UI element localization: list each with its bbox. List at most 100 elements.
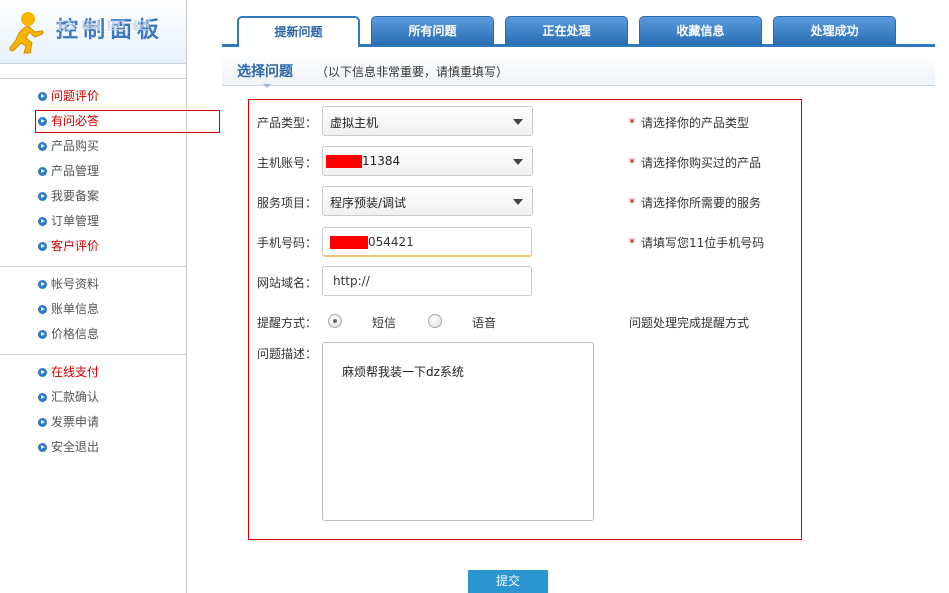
sidebar-item-label: 发票申请: [51, 415, 100, 429]
tab-favorites[interactable]: 收藏信息: [639, 16, 762, 45]
product-type-hint: * 请选择你的产品类型: [629, 114, 749, 131]
sms-radio[interactable]: [328, 314, 342, 328]
sidebar-item[interactable]: 在线支付: [38, 360, 99, 385]
sidebar-item-label: 产品购买: [51, 139, 100, 153]
logo-area: 控制面板 控制面板: [0, 0, 186, 64]
service-value: 程序预装/调试: [330, 196, 407, 210]
sidebar-item[interactable]: 汇款确认: [38, 385, 99, 410]
bullet-arrow-icon: [38, 305, 47, 314]
menu-group-3: 在线支付汇款确认发票申请安全退出: [38, 360, 99, 460]
hint-text: 请选择你购买过的产品: [641, 156, 762, 170]
required-star: *: [629, 196, 635, 210]
sidebar-item-label: 价格信息: [51, 327, 100, 341]
selected-menu-highlight: [35, 110, 220, 133]
section-title: 选择问题: [237, 64, 293, 80]
description-value: 麻烦帮我装一下dz系统: [342, 365, 464, 379]
remind-label: 提醒方式：: [257, 316, 318, 330]
sidebar-item[interactable]: 账单信息: [38, 297, 99, 322]
bullet-arrow-icon: [38, 217, 47, 226]
service-hint: * 请选择你所需要的服务: [629, 194, 761, 211]
caret-down-icon: [263, 84, 271, 88]
voice-radio[interactable]: [428, 314, 442, 328]
bullet-arrow-icon: [38, 92, 47, 101]
tab-resolved[interactable]: 处理成功: [773, 16, 896, 45]
sidebar-item[interactable]: 帐号资料: [38, 272, 99, 297]
redaction-block: [326, 155, 362, 168]
product-type-label: 产品类型：: [257, 116, 318, 130]
bullet-arrow-icon: [38, 280, 47, 289]
tab-new-question[interactable]: 提新问题: [237, 16, 360, 47]
sidebar-item[interactable]: 产品管理: [38, 159, 99, 184]
sidebar-item-label: 汇款确认: [51, 390, 100, 404]
required-star: *: [629, 236, 635, 250]
hint-text: 请选择你所需要的服务: [641, 196, 762, 210]
bullet-arrow-icon: [38, 192, 47, 201]
sidebar-item-label: 在线支付: [51, 365, 100, 379]
sidebar-item[interactable]: 产品购买: [38, 134, 99, 159]
sidebar-item-label: 我要备案: [51, 189, 100, 203]
phone-hint: * 请填写您11位手机号码: [629, 234, 764, 251]
host-account-hint: * 请选择你购买过的产品: [629, 154, 761, 171]
domain-input[interactable]: http://: [322, 266, 532, 296]
divider: [0, 266, 186, 267]
description-label: 问题描述：: [257, 347, 318, 361]
section-note: （以下信息非常重要，请慎重填写）: [316, 65, 509, 79]
phone-value: 054421: [368, 235, 414, 249]
chevron-down-icon: [513, 159, 523, 165]
sidebar-item[interactable]: 问题评价: [38, 84, 99, 109]
sidebar-item-label: 账单信息: [51, 302, 100, 316]
section-header: 选择问题 （以下信息非常重要，请慎重填写）: [222, 54, 935, 88]
sidebar: 控制面板 控制面板 问题评价 有问必答 产品购买 产品管理 我要备案 订单管理 客户评价 帐…: [0, 0, 187, 593]
sidebar-item[interactable]: 订单管理: [38, 209, 99, 234]
product-type-select[interactable]: 虚拟主机: [322, 106, 533, 136]
hint-text: 请填写您11位手机号码: [641, 236, 765, 250]
logo-title-reflection: 控制面板: [56, 18, 156, 32]
host-account-label: 主机账号：: [257, 156, 318, 170]
bullet-arrow-icon: [38, 368, 47, 377]
phone-label: 手机号码：: [257, 236, 318, 250]
bullet-arrow-icon: [38, 443, 47, 452]
sidebar-item-label: 问题评价: [51, 89, 100, 103]
service-select[interactable]: 程序预装/调试: [322, 186, 533, 216]
sidebar-item-label: 帐号资料: [51, 277, 100, 291]
description-textarea[interactable]: 麻烦帮我装一下dz系统: [322, 342, 594, 521]
sidebar-item[interactable]: 客户评价: [38, 234, 99, 259]
sidebar-item-label: 安全退出: [51, 440, 100, 454]
tab-all-questions[interactable]: 所有问题: [371, 16, 494, 45]
running-man-icon: [9, 12, 44, 54]
bullet-arrow-icon: [38, 418, 47, 427]
bullet-arrow-icon: [38, 242, 47, 251]
host-account-value: 11384: [326, 154, 400, 168]
host-account-select[interactable]: 11384: [322, 146, 533, 176]
phone-input[interactable]: 054421: [322, 227, 532, 257]
divider: [0, 78, 186, 79]
divider: [0, 354, 186, 355]
domain-label: 网站域名：: [257, 276, 318, 290]
sms-radio-label: 短信: [372, 316, 397, 330]
chevron-down-icon: [513, 119, 523, 125]
bullet-arrow-icon: [38, 393, 47, 402]
tab-processing[interactable]: 正在处理: [505, 16, 628, 45]
service-label: 服务项目：: [257, 196, 318, 210]
menu-group-2: 帐号资料账单信息价格信息: [38, 272, 99, 347]
bullet-arrow-icon: [38, 142, 47, 151]
bullet-arrow-icon: [38, 167, 47, 176]
sidebar-item[interactable]: 我要备案: [38, 184, 99, 209]
required-star: *: [629, 156, 635, 170]
hint-text: 请选择你的产品类型: [641, 116, 750, 130]
required-star: *: [629, 116, 635, 130]
sidebar-item[interactable]: 安全退出: [38, 435, 99, 460]
sidebar-item[interactable]: 发票申请: [38, 410, 99, 435]
tab-bar: 提新问题 所有问题 正在处理 收藏信息 处理成功: [222, 16, 935, 47]
chevron-down-icon: [513, 199, 523, 205]
product-type-value: 虚拟主机: [330, 116, 379, 130]
sidebar-item-label: 产品管理: [51, 164, 100, 178]
voice-radio-label: 语音: [472, 316, 497, 330]
sidebar-item[interactable]: 价格信息: [38, 322, 99, 347]
remind-hint: 问题处理完成提醒方式: [629, 316, 750, 330]
host-account-text: 11384: [362, 154, 401, 168]
submit-button[interactable]: 提交: [468, 570, 548, 593]
sidebar-item-label: 客户评价: [51, 239, 100, 253]
bullet-arrow-icon: [38, 330, 47, 339]
redaction-block: [330, 236, 368, 249]
